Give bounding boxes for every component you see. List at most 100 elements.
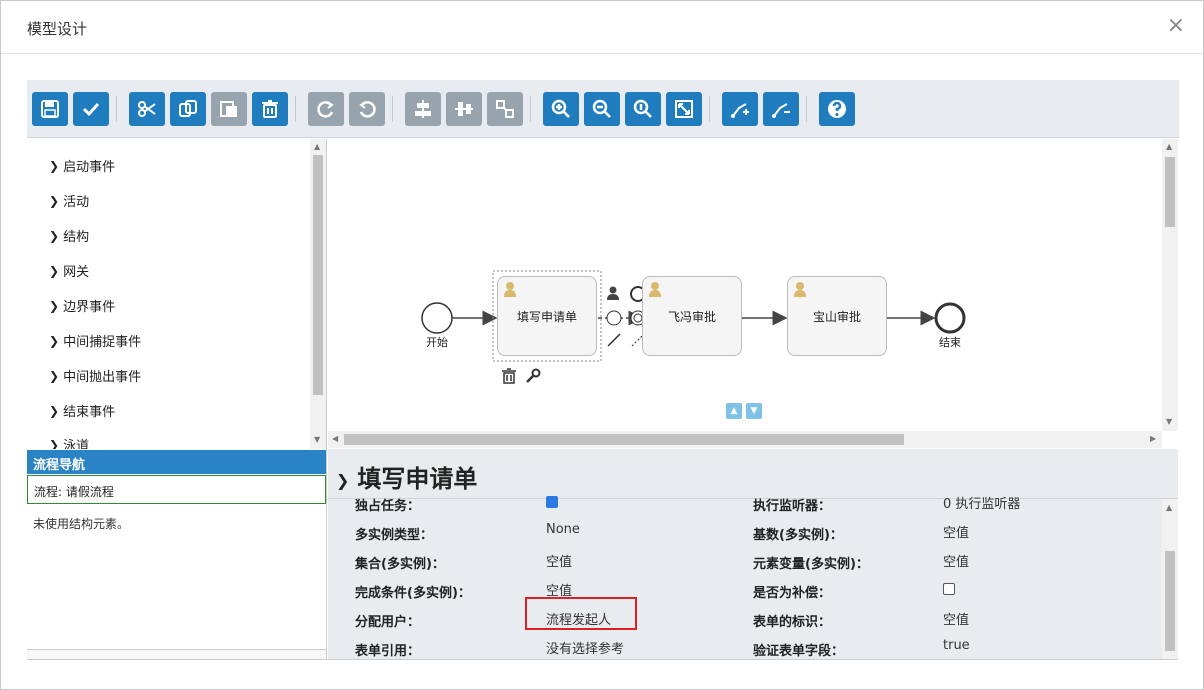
palette-start-events[interactable]: ❯ 启动事件 — [49, 156, 115, 176]
task-feifeng-approval[interactable]: 飞冯审批 — [642, 276, 742, 356]
scroll-down-icon[interactable]: ▼ — [314, 435, 320, 444]
prop-label: 集合(多实例)： — [355, 557, 445, 572]
diagram-canvas[interactable]: 开始 结束 填写申请单 飞冯审批 宝山审批 ▲ ▼ — [328, 139, 1162, 431]
palette-gateways[interactable]: ❯ 网关 — [49, 261, 89, 281]
prop-label: 基数(多实例)： — [753, 528, 843, 543]
canvas-scroll-down-icon[interactable]: ▼ — [746, 403, 762, 419]
zoom-out-button[interactable] — [584, 92, 620, 126]
palette-structural[interactable]: ❯ 结构 — [49, 226, 89, 246]
chevron-right-icon: ❯ — [49, 158, 60, 173]
start-event-label: 开始 — [426, 336, 448, 349]
task-fill-form[interactable]: 填写申请单 — [497, 276, 597, 356]
end-event[interactable] — [934, 302, 966, 334]
prop-value[interactable]: 0 执行监听器 — [943, 493, 1020, 512]
prop-label: 完成条件(多实例)： — [355, 586, 471, 601]
scroll-up-icon[interactable]: ▲ — [314, 142, 320, 151]
palette-scroll-thumb[interactable] — [313, 155, 323, 395]
prop-label: 独占任务： — [355, 499, 421, 514]
palette-boundary-events[interactable]: ❯ 边界事件 — [49, 296, 115, 316]
canvas-hscroll-thumb[interactable] — [344, 434, 904, 445]
prop-label: 分配用户： — [355, 615, 421, 630]
prop-value[interactable]: 空值 — [546, 551, 572, 570]
prop-value[interactable]: None — [546, 522, 580, 537]
remove-bendpoint-button[interactable] — [763, 92, 799, 126]
chevron-right-icon: ❯ — [49, 298, 60, 313]
user-task-icon — [649, 282, 661, 297]
palette-catch-events[interactable]: ❯ 中间捕捉事件 — [49, 331, 141, 351]
compensation-checkbox[interactable] — [943, 583, 955, 595]
copy-button[interactable] — [170, 92, 206, 126]
canvas-horizontal-scrollbar[interactable]: ◀ ▶ — [328, 431, 1162, 448]
cut-button[interactable] — [129, 92, 165, 126]
prop-value[interactable]: 空值 — [943, 609, 969, 628]
properties-scroll-thumb[interactable] — [1165, 551, 1175, 651]
close-icon[interactable]: × — [1167, 15, 1185, 37]
prop-value[interactable]: 空值 — [943, 551, 969, 570]
user-task-icon — [504, 282, 516, 297]
help-button[interactable] — [819, 92, 855, 126]
add-bendpoint-icon — [731, 103, 749, 118]
add-user-task-icon[interactable] — [606, 286, 620, 300]
task-baoshan-approval[interactable]: 宝山审批 — [787, 276, 887, 356]
undo-button[interactable] — [349, 92, 385, 126]
navigator-note: 未使用结构元素。 — [33, 517, 130, 531]
zoom-fit-icon — [675, 100, 693, 118]
wrench-icon[interactable] — [525, 368, 541, 384]
chevron-right-icon: ❯ — [49, 403, 60, 418]
prop-value[interactable]: 空值 — [943, 522, 969, 541]
navigator-process-item[interactable]: 流程: 请假流程 — [27, 475, 326, 504]
navigator-footer — [27, 649, 326, 659]
canvas-vscroll-thumb[interactable] — [1165, 157, 1175, 227]
chevron-right-icon: ❯ — [49, 228, 60, 243]
zoom-out-icon — [592, 99, 611, 118]
palette-swimlanes[interactable]: ❯ 泳道 — [49, 435, 89, 450]
palette-scrollbar[interactable]: ▲ ▼ — [310, 139, 326, 449]
scroll-up-icon[interactable]: ▲ — [1166, 142, 1172, 151]
properties-scrollbar[interactable]: ▲ — [1162, 499, 1178, 659]
paste-icon — [220, 101, 237, 117]
save-button[interactable] — [32, 92, 68, 126]
editor-toolbar — [27, 80, 1179, 138]
palette-end-events[interactable]: ❯ 结束事件 — [49, 401, 115, 421]
properties-title[interactable]: ❯ 填写申请单 — [336, 459, 477, 494]
prop-label: 验证表单字段： — [753, 644, 845, 659]
scroll-up-icon[interactable]: ▲ — [1166, 503, 1172, 512]
exclusive-task-checkbox[interactable] — [546, 496, 558, 508]
canvas-vertical-scrollbar[interactable]: ▲ ▼ — [1162, 139, 1178, 431]
dialog-title: 模型设计 — [27, 20, 88, 38]
prop-value[interactable]: 没有选择参考 — [546, 638, 624, 657]
align-vertical-button[interactable] — [446, 92, 482, 126]
prop-label: 元素变量(多实例)： — [753, 557, 869, 572]
zoom-fit-button[interactable] — [666, 92, 702, 126]
paste-button[interactable] — [211, 92, 247, 126]
align-horizontal-icon — [415, 100, 431, 118]
redo-button[interactable] — [308, 92, 344, 126]
scroll-down-icon[interactable]: ▼ — [1166, 417, 1172, 426]
validate-button[interactable] — [73, 92, 109, 126]
prop-value[interactable]: true — [943, 638, 970, 653]
trash-icon[interactable] — [501, 368, 517, 384]
same-size-button[interactable] — [487, 92, 523, 126]
chevron-down-icon: ❯ — [336, 470, 350, 490]
palette-activities[interactable]: ❯ 活动 — [49, 191, 89, 211]
end-event-label: 结束 — [939, 336, 961, 349]
canvas-scroll-up-icon[interactable]: ▲ — [726, 403, 742, 419]
zoom-in-button[interactable] — [543, 92, 579, 126]
start-event[interactable] — [421, 302, 453, 334]
check-icon — [82, 102, 100, 117]
delete-button[interactable] — [252, 92, 288, 126]
align-horizontal-button[interactable] — [405, 92, 441, 126]
palette-throw-events[interactable]: ❯ 中间抛出事件 — [49, 366, 141, 386]
scroll-right-icon[interactable]: ▶ — [1150, 434, 1156, 443]
remove-bendpoint-icon — [772, 103, 790, 118]
prop-label: 多实例类型： — [355, 528, 434, 543]
zoom-actual-button[interactable] — [625, 92, 661, 126]
scroll-left-icon[interactable]: ◀ — [332, 434, 338, 443]
align-vertical-icon — [455, 102, 473, 116]
undo-icon — [359, 101, 376, 118]
add-bendpoint-button[interactable] — [722, 92, 758, 126]
flow-connectors — [421, 270, 966, 362]
user-task-icon — [794, 282, 806, 297]
properties-panel: ❯ 填写申请单 独占任务： 执行监听器： 0 执行监听器 多实例类型： None … — [328, 449, 1178, 659]
help-icon — [828, 100, 846, 118]
